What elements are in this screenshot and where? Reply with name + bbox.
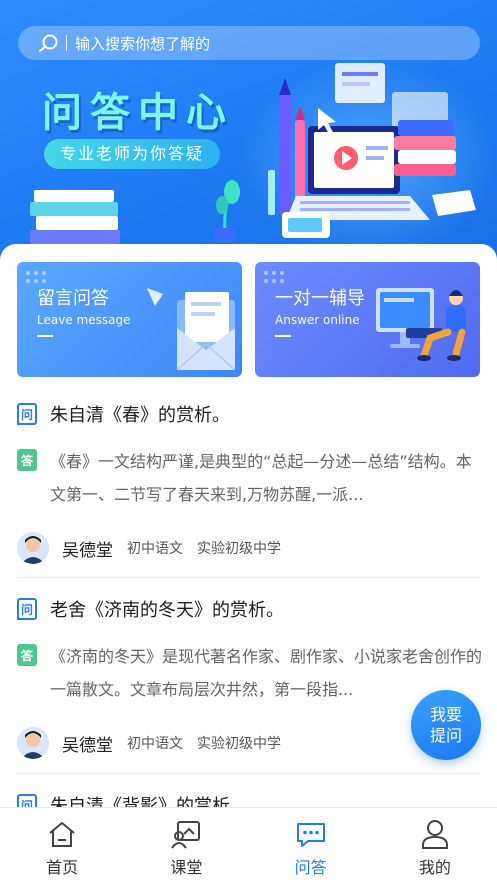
search-placeholder[interactable]: 输入搜索你想了解的 <box>75 33 210 54</box>
tab-classroom[interactable]: 课堂 <box>124 808 248 883</box>
question-row[interactable]: 问 朱自清《背影》的赏析 <box>17 792 230 807</box>
tab-label: 我的 <box>418 858 451 877</box>
search-divider <box>66 35 67 51</box>
chat-icon <box>296 823 325 847</box>
question-badge: 问 <box>17 598 37 620</box>
bottom-tab-bar: 首页 课堂 问答 我的 <box>0 807 497 883</box>
question-text[interactable]: 朱自清《背影》的赏析 <box>50 792 230 807</box>
tab-label: 首页 <box>46 858 79 877</box>
ask-button-line2: 提问 <box>429 726 462 745</box>
teacher-subject: 初中语文 <box>127 541 183 557</box>
card-subtitle: Answer online <box>275 313 360 327</box>
search-icon <box>39 34 58 52</box>
divider <box>17 773 480 774</box>
question-row[interactable]: 问 朱自清《春》的赏析。 <box>17 401 230 427</box>
tab-label: 问答 <box>294 858 327 877</box>
tab-home[interactable]: 首页 <box>0 808 124 883</box>
tab-mine[interactable]: 我的 <box>373 808 497 883</box>
tab-qa[interactable]: 问答 <box>249 808 373 883</box>
profile-icon <box>421 820 448 849</box>
divider <box>17 577 480 578</box>
teacher-school: 实验初级中学 <box>197 736 281 752</box>
question-text[interactable]: 老舍《济南的冬天》的赏析。 <box>50 596 284 622</box>
teacher-name: 吴德堂 <box>62 540 113 561</box>
card-title: 一对一辅导 <box>275 288 365 309</box>
leave-message-card[interactable]: 留言问答 Leave message <box>17 262 242 377</box>
ask-button-line1: 我要 <box>429 705 462 724</box>
teacher-info[interactable]: 吴德堂 初中语文 实验初级中学 <box>17 727 281 759</box>
answer-badge: 答 <box>17 644 37 666</box>
question-badge: 问 <box>17 794 37 807</box>
ask-question-button[interactable]: 我要 提问 <box>411 690 481 760</box>
teacher-subject: 初中语文 <box>127 736 183 752</box>
qa-item[interactable]: 问 朱自清《春》的赏析。 答 《春》一文结构严谨,是典型的“总起—分述—总结”结… <box>17 401 480 564</box>
avatar[interactable] <box>17 532 49 564</box>
answer-text: 《春》一文结构严谨,是典型的“总起—分述—总结”结构。本文第一、二节写了春天来到… <box>50 452 472 504</box>
answer-text: 《济南的冬天》是现代著名作家、剧作家、小说家老舍创作的一篇散文。文章布局层次井然… <box>50 647 482 699</box>
question-text[interactable]: 朱自清《春》的赏析。 <box>50 401 230 427</box>
envelope-icon <box>147 288 236 371</box>
card-dash <box>37 335 53 337</box>
avatar[interactable] <box>17 727 49 759</box>
banner: 输入搜索你想了解的 问答中心 专业老师为你答疑 <box>0 0 497 262</box>
service-cards: 留言问答 Leave message 一对一辅导 Answer online <box>17 262 480 377</box>
classroom-icon <box>171 821 201 849</box>
answer-badge: 答 <box>17 449 37 471</box>
question-badge: 问 <box>17 403 37 425</box>
teacher-school: 实验初级中学 <box>197 541 281 557</box>
qa-item[interactable]: 问 朱自清《背影》的赏析 <box>17 792 480 807</box>
banner-subtitle: 专业老师为你答疑 <box>44 139 221 169</box>
question-row[interactable]: 问 老舍《济南的冬天》的赏析。 <box>17 596 284 622</box>
search-bar[interactable]: 输入搜索你想了解的 <box>18 26 480 60</box>
online-tutor-icon <box>376 288 466 361</box>
tab-label: 课堂 <box>170 858 203 877</box>
home-icon <box>49 822 75 847</box>
card-dash <box>275 335 291 337</box>
teacher-info[interactable]: 吴德堂 初中语文 实验初级中学 <box>17 532 281 564</box>
card-subtitle: Leave message <box>37 313 131 327</box>
card-title: 留言问答 <box>37 288 109 309</box>
one-on-one-card[interactable]: 一对一辅导 Answer online <box>255 262 480 377</box>
banner-title: 问答中心 <box>42 90 234 136</box>
teacher-name: 吴德堂 <box>62 735 113 756</box>
